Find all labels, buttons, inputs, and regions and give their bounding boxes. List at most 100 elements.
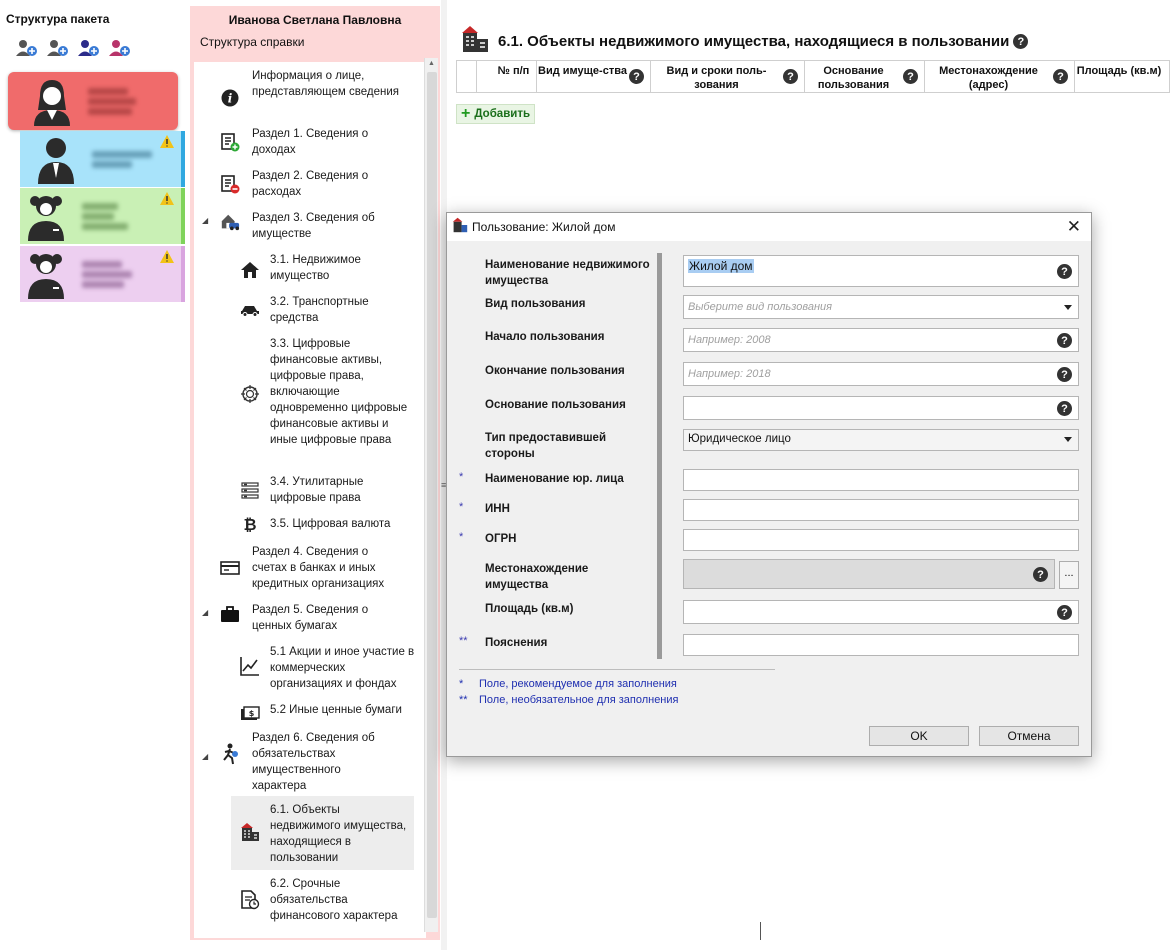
help-icon[interactable]: ?: [783, 69, 798, 84]
scroll-up-arrow-icon[interactable]: ▲: [428, 60, 435, 67]
field-placeholder: Выберите вид пользования: [688, 301, 832, 313]
usage-basis-field[interactable]: ?: [683, 396, 1079, 420]
person-name-blurred: [82, 202, 128, 230]
provider-type-select[interactable]: Юридическое лицо: [683, 429, 1079, 451]
tree-item-used-real-estate[interactable]: 6.1. Объекты недвижимого имущества, нахо…: [231, 796, 414, 870]
field-label: Основание пользования: [485, 399, 626, 411]
usage-type-select[interactable]: Выберите вид пользования: [683, 295, 1079, 319]
person-card-main[interactable]: [8, 72, 178, 130]
person-name-blurred: [88, 87, 136, 115]
collapse-arrow-icon[interactable]: ◢: [202, 752, 208, 761]
add-relative-icon[interactable]: [77, 38, 100, 58]
help-icon[interactable]: ?: [1013, 34, 1029, 49]
person-name-blurred: [82, 260, 132, 288]
structure-panel: Иванова Светлана Павловна Структура спра…: [190, 6, 440, 940]
table-column-blank: [457, 61, 477, 92]
field-label: Окончание пользования: [485, 365, 625, 377]
ogrn-field[interactable]: [683, 529, 1079, 551]
field-label: ИНН: [485, 503, 510, 515]
field-label: Тип предоставившей стороны: [485, 432, 607, 460]
records-table-header: № п/п Вид имуще-ства ? Вид и сроки поль-…: [456, 60, 1170, 93]
field-label: Начало пользования: [485, 331, 605, 343]
warning-icon: [160, 135, 174, 148]
warning-icon: [160, 192, 174, 205]
collapse-arrow-icon[interactable]: ◢: [202, 608, 208, 617]
svg-text:₿: ₿: [243, 515, 256, 534]
tree-item-label: Раздел 4. Сведения о счетах в банках и и…: [252, 546, 385, 590]
document-clock-icon: [240, 890, 260, 910]
table-column-area[interactable]: Площадь (кв.м): [1075, 61, 1169, 92]
table-column-address[interactable]: Местонахождение (адрес) ?: [925, 61, 1075, 92]
person-card-child-2[interactable]: [20, 246, 185, 302]
dialog-divider: [657, 253, 662, 659]
add-button[interactable]: + Добавить: [456, 104, 536, 124]
area-field[interactable]: ?: [683, 600, 1079, 624]
help-icon[interactable]: ?: [1057, 333, 1072, 348]
property-name-field[interactable]: Жилой дом ?: [683, 255, 1079, 287]
dialog-title: Пользование: Жилой дом: [472, 220, 616, 234]
help-icon[interactable]: ?: [1057, 264, 1072, 279]
stock-chart-icon: [240, 656, 260, 676]
man-avatar-icon: [34, 134, 78, 184]
tree-item-label: 3.2. Транспортные средства: [270, 296, 369, 324]
table-column-usage[interactable]: Вид и сроки поль-зования ?: [651, 61, 805, 92]
warning-icon: [160, 250, 174, 263]
chevron-down-icon[interactable]: [1064, 305, 1072, 310]
tree-scrollbar[interactable]: ▲: [424, 58, 438, 932]
girl-avatar-icon: [24, 191, 68, 241]
person-card-spouse[interactable]: [20, 131, 185, 187]
help-icon[interactable]: ?: [1033, 567, 1048, 582]
digital-assets-icon: [240, 384, 260, 404]
field-placeholder: Например: 2008: [688, 334, 771, 346]
tree-item-label: 3.1. Недвижимое имущество: [270, 254, 361, 282]
utility-rights-icon: [240, 480, 260, 500]
package-toolbar: [15, 38, 131, 58]
required-mark: *: [459, 501, 464, 513]
car-icon: [240, 300, 260, 320]
help-icon[interactable]: ?: [1057, 367, 1072, 382]
field-value: Жилой дом: [688, 259, 754, 273]
add-child-icon[interactable]: [46, 38, 69, 58]
ok-button[interactable]: OK: [869, 726, 969, 746]
structure-subtitle: Структура справки: [200, 35, 305, 49]
tree-item-label: 3.5. Цифровая валюта: [270, 518, 391, 530]
collapse-arrow-icon[interactable]: ◢: [202, 216, 208, 225]
inn-field[interactable]: [683, 499, 1079, 521]
help-icon[interactable]: ?: [1057, 401, 1072, 416]
tree-item-label: Раздел 3. Сведения об имуществе: [252, 212, 375, 240]
field-label: Местонахождение имущества: [485, 563, 589, 591]
help-icon[interactable]: ?: [629, 69, 644, 84]
location-field[interactable]: ?: [683, 559, 1055, 589]
chevron-down-icon[interactable]: [1064, 437, 1072, 442]
help-icon[interactable]: ?: [1053, 69, 1068, 84]
cancel-button[interactable]: Отмена: [979, 726, 1079, 746]
table-column-number[interactable]: № п/п: [477, 61, 537, 92]
usage-end-field[interactable]: Например: 2018 ?: [683, 362, 1079, 386]
person-name-blurred: [92, 150, 152, 168]
bitcoin-icon: ₿: [240, 514, 260, 534]
table-column-property-type[interactable]: Вид имуще-ства ?: [537, 61, 651, 92]
optional-mark: **: [459, 635, 468, 647]
org-name-field[interactable]: [683, 469, 1079, 491]
tree-item-label: Раздел 1. Сведения о доходах: [252, 128, 369, 156]
package-panel: Структура пакета: [0, 0, 189, 950]
dialog-titlebar[interactable]: Пользование: Жилой дом ✕: [447, 213, 1091, 241]
usage-start-field[interactable]: Например: 2008 ?: [683, 328, 1079, 352]
page-title: 6.1. Объекты недвижимого имущества, нахо…: [498, 33, 1010, 50]
field-label: Наименование недвижимого имущества: [485, 259, 650, 287]
table-column-basis[interactable]: Основание пользования ?: [805, 61, 925, 92]
tree-item-label: Раздел 6. Сведения об обязательствах иму…: [252, 732, 375, 792]
help-icon[interactable]: ?: [903, 69, 918, 84]
location-browse-button[interactable]: ...: [1059, 561, 1079, 589]
package-title: Структура пакета: [6, 12, 110, 26]
scrollbar-thumb[interactable]: [427, 72, 437, 918]
help-icon[interactable]: ?: [1057, 605, 1072, 620]
add-person-icon[interactable]: [108, 38, 131, 58]
notes-field[interactable]: [683, 634, 1079, 656]
person-card-child-1[interactable]: [20, 188, 185, 244]
close-icon[interactable]: ✕: [1067, 217, 1081, 237]
add-spouse-icon[interactable]: [15, 38, 38, 58]
required-mark: *: [459, 531, 464, 543]
field-label: Площадь (кв.м): [485, 603, 574, 615]
page-header: 6.1. Объекты недвижимого имущества, нахо…: [460, 24, 1029, 59]
